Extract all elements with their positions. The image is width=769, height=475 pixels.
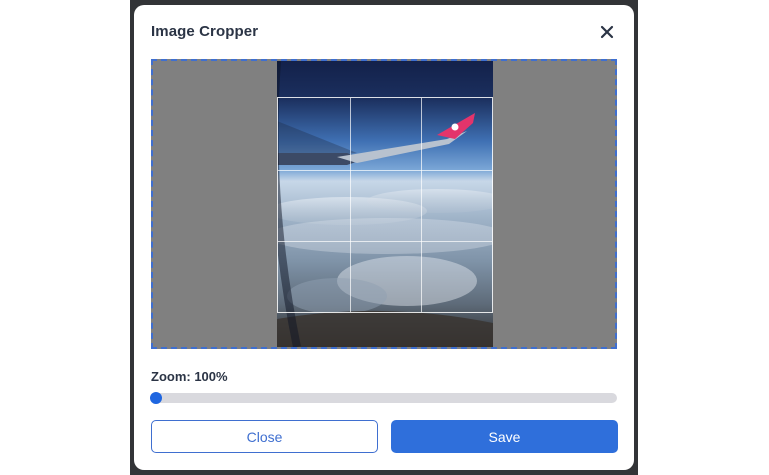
grid-line	[421, 98, 422, 312]
close-button[interactable]: Close	[151, 420, 378, 453]
zoom-slider[interactable]	[150, 392, 617, 404]
image-cropper-dialog: Image Cropper Zoom: 100% Close Save	[134, 5, 634, 470]
zoom-label: Zoom: 100%	[151, 369, 228, 384]
crop-canvas[interactable]	[151, 59, 617, 349]
zoom-slider-thumb[interactable]	[150, 392, 162, 404]
crop-selection-box[interactable]	[277, 97, 493, 313]
grid-line	[278, 241, 492, 242]
save-button[interactable]: Save	[391, 420, 618, 453]
close-icon[interactable]	[598, 23, 616, 41]
dialog-title: Image Cropper	[151, 23, 259, 40]
grid-line	[350, 98, 351, 312]
grid-line	[278, 170, 492, 171]
